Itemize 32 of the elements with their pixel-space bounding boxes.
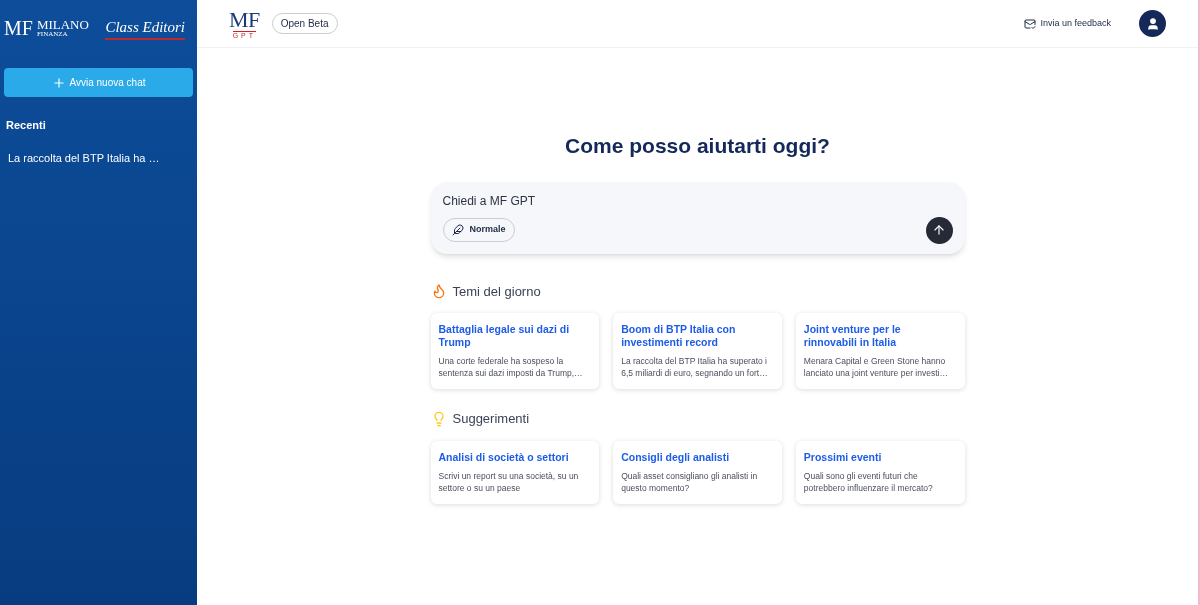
card-title: Analisi di società o settori <box>438 450 570 464</box>
card-text: Scrivi un report su una società, su un settore o su un paese <box>438 469 580 494</box>
feather-icon <box>451 224 464 236</box>
section-heading: Suggerimenti <box>452 410 530 428</box>
publisher-logo: Class Editori <box>105 15 185 41</box>
card-title: Joint venture per le rinnovabili in Italia <box>803 323 902 349</box>
plus-icon <box>51 75 66 90</box>
topic-card[interactable]: Prossimi eventi Quali sono gli eventi futuri che potrebbero influenzare il mercato? <box>795 440 965 504</box>
send-button[interactable] <box>925 216 953 244</box>
topic-card[interactable]: Boom di BTP Italia con investimenti record La raccolta del BTP Italia ha superato i 6,5 miliardi di euro, segnando un fort… <box>613 313 782 389</box>
card-text: Quali asset consigliano gli analisti in questo momento? <box>621 469 759 494</box>
recent-heading: Recenti <box>5 118 47 133</box>
topic-card[interactable]: Joint venture per le rinnovabili in Italia Menara Capital e Green Stone hanno lanciato una joint venture per investi… <box>795 313 965 389</box>
topic-card[interactable]: Battaglia legale sui dazi di Trump Una corte federale ha sospeso la sentenza sui dazi imposti da Trump,… <box>430 313 600 389</box>
topic-card[interactable]: Analisi di società o settori Scrivi un report su una società, su un settore o su un paese <box>430 440 600 504</box>
mail-icon <box>1024 17 1037 30</box>
recent-chat-item[interactable]: La raccolta del BTP Italia ha … <box>4 145 193 170</box>
feedback-link[interactable]: Invia un feedback <box>1024 16 1111 31</box>
page-title: Come posso aiutarti oggi? <box>565 133 830 159</box>
card-text: Una corte federale ha sospeso la sentenza sui dazi imposti da Trump,… <box>438 355 584 379</box>
user-avatar[interactable] <box>1139 10 1166 37</box>
user-icon <box>1145 16 1160 31</box>
card-text: Menara Capital e Green Stone hanno lanciato una joint venture per investi… <box>803 355 949 379</box>
card-text: La raccolta del BTP Italia ha superato i 6,5 miliardi di euro, segnando un fort… <box>621 355 769 379</box>
card-text: Quali sono gli eventi futuri che potrebbero influenzare il mercato? <box>803 469 934 494</box>
prompt-input[interactable]: Chiedi a MF GPT <box>442 191 953 210</box>
card-title: Prossimi eventi <box>803 450 883 464</box>
card-title: Boom di BTP Italia con investimenti record <box>621 323 737 349</box>
section-heading: Temi del giorno <box>452 282 541 301</box>
topic-card[interactable]: Consigli degli analisti Quali asset consigliano gli analisti in questo momento? <box>613 440 782 504</box>
card-title: Consigli degli analisti <box>621 450 731 464</box>
card-title: Battaglia legale sui dazi di Trump <box>438 323 571 349</box>
